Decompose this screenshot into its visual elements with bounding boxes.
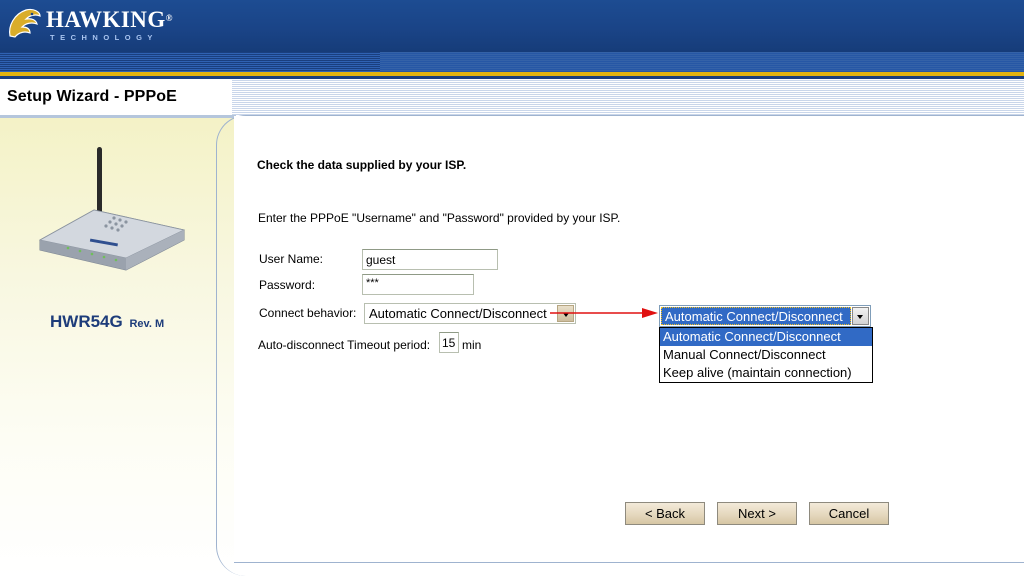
- connect-behavior-callout-select[interactable]: Automatic Connect/Disconnect: [659, 305, 871, 327]
- title-decoration: [232, 79, 1024, 115]
- cancel-button[interactable]: Cancel: [809, 502, 889, 525]
- back-button[interactable]: < Back: [625, 502, 705, 525]
- password-input[interactable]: ***: [362, 274, 474, 295]
- username-label: User Name:: [259, 252, 324, 266]
- form-instruction: Enter the PPPoE "Username" and "Password…: [258, 211, 621, 225]
- form-heading: Check the data supplied by your ISP.: [257, 158, 467, 172]
- username-input[interactable]: guest: [362, 249, 498, 270]
- option-manual[interactable]: Manual Connect/Disconnect: [660, 346, 872, 364]
- connect-behavior-options: Automatic Connect/Disconnect Manual Conn…: [659, 327, 873, 383]
- router-image: [38, 147, 186, 271]
- header-banner: HAWKING® TECHNOLOGY: [0, 0, 1024, 52]
- chevron-down-icon[interactable]: [852, 307, 869, 325]
- connect-behavior-value: Automatic Connect/Disconnect: [369, 306, 547, 321]
- callout-selected-value: Automatic Connect/Disconnect: [661, 307, 851, 325]
- option-automatic[interactable]: Automatic Connect/Disconnect: [660, 328, 872, 346]
- model-name: HWR54G: [50, 312, 123, 331]
- option-keep-alive[interactable]: Keep alive (maintain connection): [660, 364, 872, 382]
- content-bottom-border: [234, 562, 1024, 563]
- hawk-logo-icon: [9, 8, 41, 38]
- callout-arrow-icon: [550, 308, 658, 318]
- page-title: Setup Wizard - PPPoE: [7, 88, 177, 105]
- password-label: Password:: [259, 278, 316, 292]
- next-button[interactable]: Next >: [717, 502, 797, 525]
- timeout-input[interactable]: 15: [439, 332, 459, 353]
- sidebar-top-edge: [0, 115, 236, 118]
- header-stripe-light: [380, 52, 1024, 72]
- connect-behavior-label: Connect behavior:: [259, 306, 357, 320]
- hawking-logo: HAWKING® TECHNOLOGY: [6, 4, 176, 48]
- timeout-label: Auto-disconnect Timeout period:: [258, 338, 431, 352]
- brand-name: HAWKING®: [46, 7, 174, 32]
- connect-behavior-select[interactable]: Automatic Connect/Disconnect: [364, 303, 576, 324]
- timeout-unit: min: [462, 338, 482, 352]
- brand-subtitle: TECHNOLOGY: [50, 33, 158, 42]
- title-row: Setup Wizard - PPPoE: [0, 79, 1024, 115]
- model-revision: Rev. M: [129, 318, 165, 330]
- model-label: HWR54G Rev. M: [50, 312, 164, 332]
